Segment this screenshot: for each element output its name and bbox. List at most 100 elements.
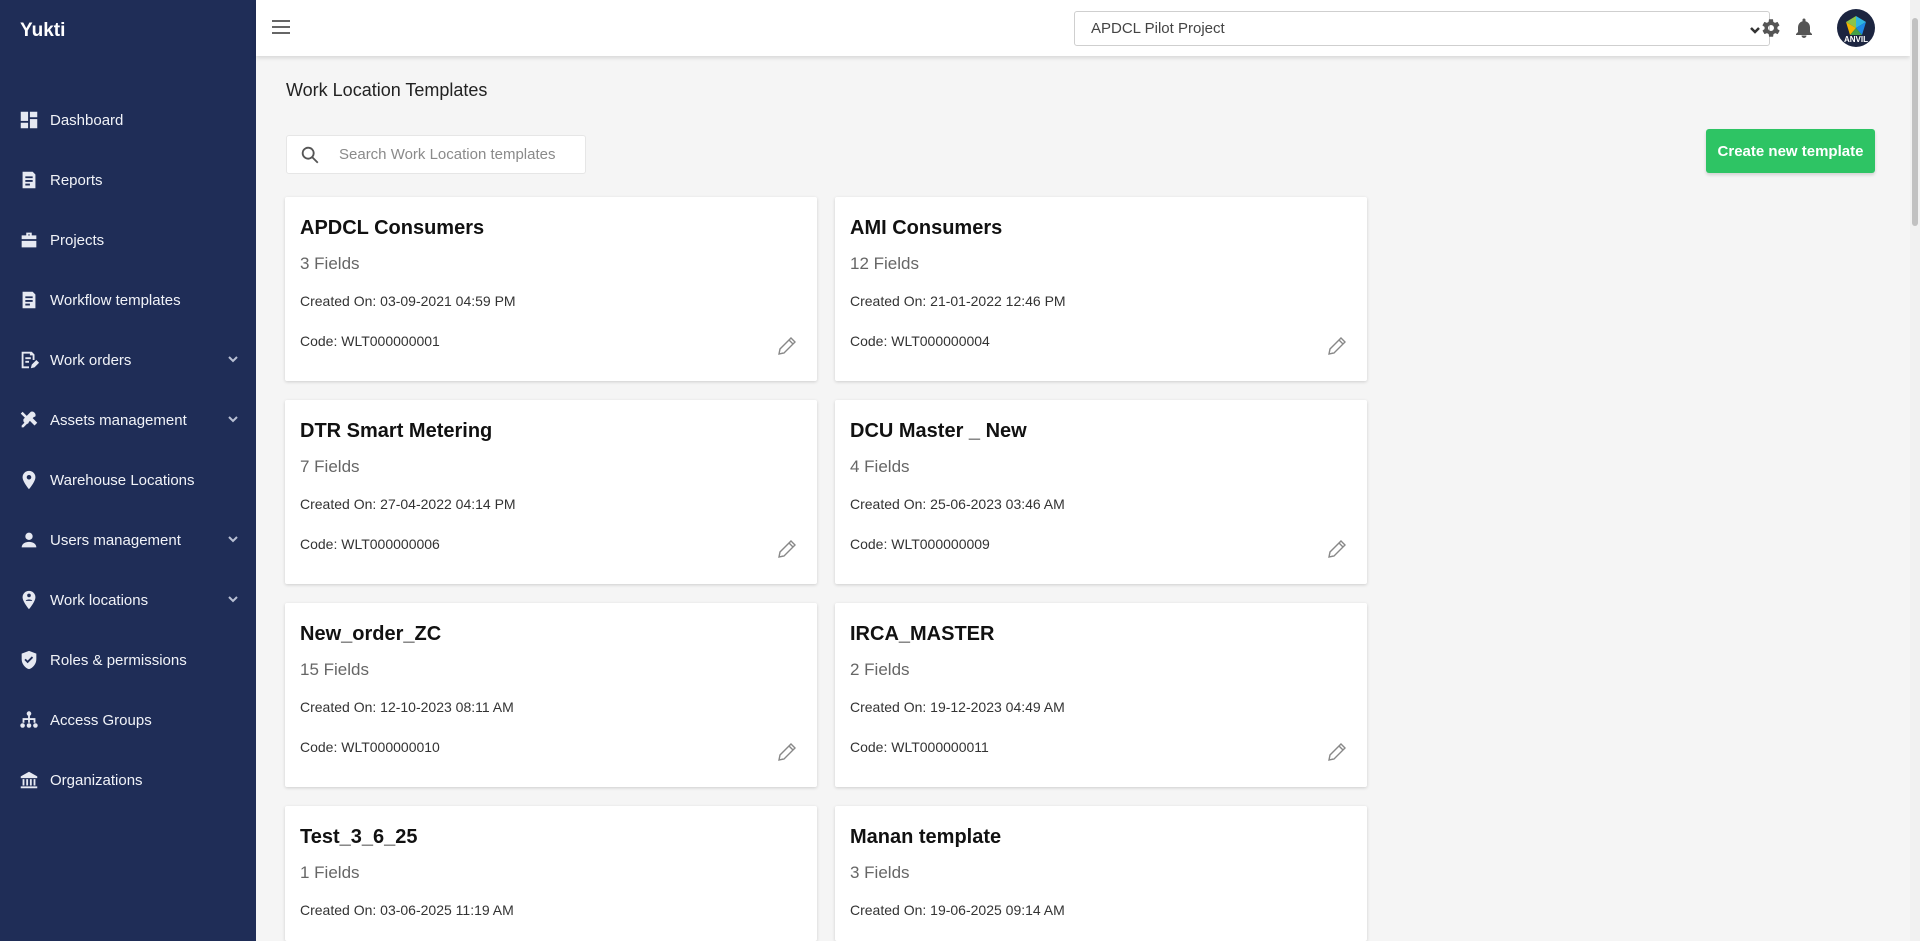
sidebar-item-label: Projects bbox=[50, 231, 105, 249]
card-field-count: 1 Fields bbox=[300, 863, 360, 882]
card-code: Code: WLT000000006 bbox=[300, 536, 440, 552]
chevron-down-icon bbox=[226, 532, 240, 546]
template-card[interactable]: Manan template 3 Fields Created On: 19-0… bbox=[835, 806, 1367, 941]
template-card[interactable]: New_order_ZC 15 Fields Created On: 12-10… bbox=[285, 603, 817, 787]
search-input[interactable] bbox=[339, 146, 569, 163]
card-title: AMI Consumers bbox=[850, 217, 1003, 239]
scrollbar-thumb[interactable] bbox=[1912, 18, 1918, 226]
sidebar-item-roles-permissions[interactable]: Roles & permissions bbox=[0, 630, 256, 690]
project-select-value: APDCL Pilot Project bbox=[1091, 20, 1225, 37]
card-field-count: 7 Fields bbox=[300, 457, 360, 476]
template-card[interactable]: DCU Master _ New 4 Fields Created On: 25… bbox=[835, 400, 1367, 584]
sidebar-item-label: Workflow templates bbox=[50, 291, 181, 309]
report-icon bbox=[18, 169, 40, 191]
card-title: IRCA_MASTER bbox=[850, 623, 995, 645]
user-icon bbox=[18, 529, 40, 551]
shield-check-icon bbox=[18, 649, 40, 671]
card-created-date: Created On: 19-12-2023 04:49 AM bbox=[850, 699, 1065, 715]
template-card[interactable]: APDCL Consumers 3 Fields Created On: 03-… bbox=[285, 197, 817, 381]
avatar-text: ANVIL bbox=[1844, 35, 1868, 44]
search-box bbox=[286, 135, 586, 174]
sidebar-item-access-groups[interactable]: Access Groups bbox=[0, 690, 256, 750]
card-field-count: 3 Fields bbox=[850, 863, 910, 882]
card-field-count: 15 Fields bbox=[300, 660, 369, 679]
sidebar-item-workflow-templates[interactable]: Workflow templates bbox=[0, 270, 256, 330]
template-card[interactable]: DTR Smart Metering 7 Fields Created On: … bbox=[285, 400, 817, 584]
card-title: DTR Smart Metering bbox=[300, 420, 493, 442]
sidebar-item-label: Organizations bbox=[50, 771, 143, 789]
edit-pencil-icon[interactable] bbox=[775, 334, 799, 358]
card-title: Manan template bbox=[850, 826, 1002, 848]
edit-pencil-icon[interactable] bbox=[1325, 740, 1349, 764]
card-created-date: Created On: 03-06-2025 11:19 AM bbox=[300, 902, 514, 918]
page-scrollbar[interactable] bbox=[1910, 0, 1920, 941]
project-select[interactable]: APDCL Pilot Project bbox=[1074, 11, 1770, 46]
menu-toggle-icon[interactable] bbox=[270, 16, 292, 38]
card-created-date: Created On: 03-09-2021 04:59 PM bbox=[300, 293, 516, 309]
page-title: Work Location Templates bbox=[286, 80, 488, 100]
tools-icon bbox=[18, 409, 40, 431]
template-card[interactable]: Test_3_6_25 1 Fields Created On: 03-06-2… bbox=[285, 806, 817, 941]
sidebar-item-warehouse-locations[interactable]: Warehouse Locations bbox=[0, 450, 256, 510]
template-card[interactable]: IRCA_MASTER 2 Fields Created On: 19-12-2… bbox=[835, 603, 1367, 787]
card-created-date: Created On: 21-01-2022 12:46 PM bbox=[850, 293, 1066, 309]
bell-icon[interactable] bbox=[1792, 16, 1816, 40]
card-field-count: 4 Fields bbox=[850, 457, 910, 476]
sidebar-item-label: Access Groups bbox=[50, 711, 152, 729]
search-icon bbox=[299, 144, 321, 166]
card-code: Code: WLT000000011 bbox=[850, 739, 989, 755]
location-pin-icon bbox=[18, 469, 40, 491]
sidebar-item-projects[interactable]: Projects bbox=[0, 210, 256, 270]
sidebar-item-organizations[interactable]: Organizations bbox=[0, 750, 256, 810]
card-field-count: 2 Fields bbox=[850, 660, 910, 679]
sidebar: Yukti Dashboard Reports Projects Workflo… bbox=[0, 0, 256, 941]
sidebar-item-dashboard[interactable]: Dashboard bbox=[0, 90, 256, 150]
sidebar-item-label: Assets management bbox=[50, 411, 187, 429]
card-code: Code: WLT000000009 bbox=[850, 536, 990, 552]
edit-pencil-icon[interactable] bbox=[1325, 334, 1349, 358]
card-field-count: 12 Fields bbox=[850, 254, 919, 273]
sidebar-item-label: Work locations bbox=[50, 591, 149, 609]
sidebar-item-reports[interactable]: Reports bbox=[0, 150, 256, 210]
card-code: Code: WLT000000010 bbox=[300, 739, 440, 755]
card-code: Code: WLT000000004 bbox=[850, 333, 990, 349]
sidebar-item-label: Users management bbox=[50, 531, 181, 549]
work-order-icon bbox=[18, 349, 40, 371]
card-title: APDCL Consumers bbox=[300, 217, 485, 239]
location-person-icon bbox=[18, 589, 40, 611]
sidebar-item-work-orders[interactable]: Work orders bbox=[0, 330, 256, 390]
sidebar-item-work-locations[interactable]: Work locations bbox=[0, 570, 256, 630]
briefcase-icon bbox=[18, 229, 40, 251]
brand-logo-text[interactable]: Yukti bbox=[20, 20, 65, 42]
card-title: Test_3_6_25 bbox=[300, 826, 418, 848]
edit-pencil-icon[interactable] bbox=[775, 740, 799, 764]
sidebar-nav: Dashboard Reports Projects Workflow temp… bbox=[0, 90, 256, 810]
card-created-date: Created On: 19-06-2025 09:14 AM bbox=[850, 902, 1065, 918]
sidebar-item-users-management[interactable]: Users management bbox=[0, 510, 256, 570]
template-card[interactable]: AMI Consumers 12 Fields Created On: 21-0… bbox=[835, 197, 1367, 381]
card-code: Code: WLT000000001 bbox=[300, 333, 440, 349]
building-icon bbox=[18, 769, 40, 791]
avatar[interactable]: ANVIL bbox=[1837, 9, 1875, 47]
card-created-date: Created On: 27-04-2022 04:14 PM bbox=[300, 496, 516, 512]
sidebar-item-label: Reports bbox=[50, 171, 103, 189]
chevron-down-icon bbox=[226, 592, 240, 606]
card-title: DCU Master _ New bbox=[850, 420, 1027, 442]
sidebar-item-assets-management[interactable]: Assets management bbox=[0, 390, 256, 450]
chevron-down-icon bbox=[226, 352, 240, 366]
card-field-count: 3 Fields bbox=[300, 254, 360, 273]
sidebar-item-label: Work orders bbox=[50, 351, 132, 369]
top-bar: APDCL Pilot Project ANVIL bbox=[256, 0, 1910, 56]
card-title: New_order_ZC bbox=[300, 623, 442, 645]
sidebar-item-label: Warehouse Locations bbox=[50, 471, 195, 489]
edit-pencil-icon[interactable] bbox=[1325, 537, 1349, 561]
hierarchy-icon bbox=[18, 709, 40, 731]
sidebar-item-label: Roles & permissions bbox=[50, 651, 187, 669]
edit-pencil-icon[interactable] bbox=[775, 537, 799, 561]
card-created-date: Created On: 12-10-2023 08:11 AM bbox=[300, 699, 514, 715]
dashboard-icon bbox=[18, 109, 40, 131]
document-icon bbox=[18, 289, 40, 311]
chevron-down-icon bbox=[226, 412, 240, 426]
gear-icon[interactable] bbox=[1758, 16, 1782, 40]
create-template-button[interactable]: Create new template bbox=[1706, 129, 1875, 173]
